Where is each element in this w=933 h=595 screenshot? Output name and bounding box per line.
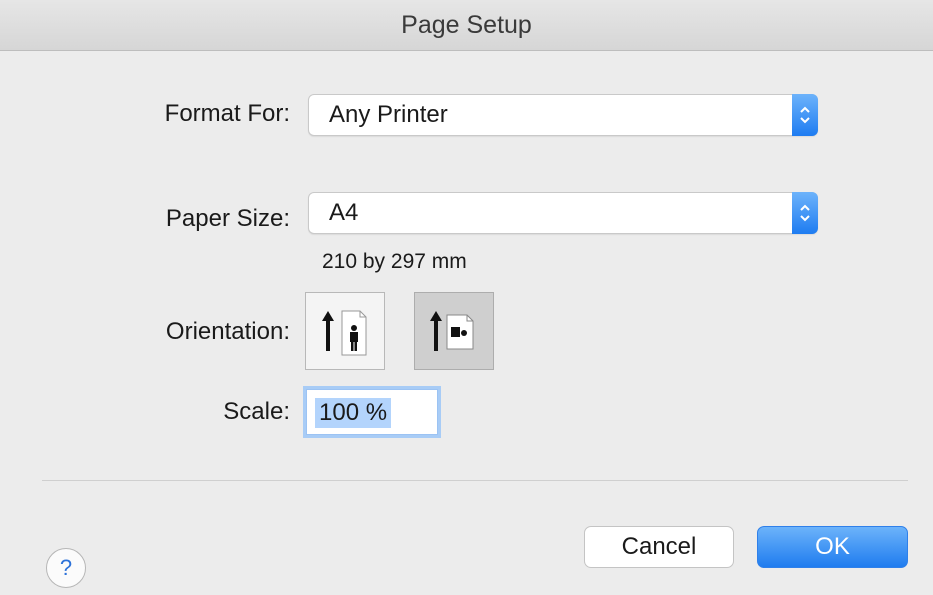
window-titlebar: Page Setup [0, 0, 933, 51]
paper-size-label: Paper Size: [165, 205, 290, 232]
portrait-icon [322, 310, 367, 356]
format-for-popup[interactable]: Any Printer [308, 94, 818, 136]
orientation-landscape-button[interactable] [414, 292, 494, 370]
popup-chevrons-icon [792, 192, 818, 234]
ok-button[interactable]: OK [757, 526, 908, 568]
format-for-value: Any Printer [329, 101, 448, 128]
format-for-label: Format For: [164, 100, 290, 127]
popup-chevrons-icon [792, 94, 818, 136]
paper-size-value: A4 [329, 199, 359, 226]
scale-value: 100 % [315, 398, 392, 428]
help-icon: ? [59, 555, 73, 580]
divider [42, 480, 908, 481]
help-button[interactable]: ? [46, 548, 86, 588]
ok-label: OK [815, 533, 850, 560]
scale-label: Scale: [223, 398, 290, 425]
cancel-button[interactable]: Cancel [584, 526, 734, 568]
paper-size-popup[interactable]: A4 [308, 192, 818, 234]
window-title: Page Setup [401, 10, 532, 39]
cancel-label: Cancel [621, 533, 697, 560]
landscape-icon [430, 311, 474, 351]
orientation-label: Orientation: [165, 318, 290, 345]
scale-input[interactable]: 100 % [306, 389, 438, 435]
orientation-portrait-button[interactable] [305, 292, 385, 370]
paper-dimensions: 210 by 297 mm [322, 250, 467, 273]
